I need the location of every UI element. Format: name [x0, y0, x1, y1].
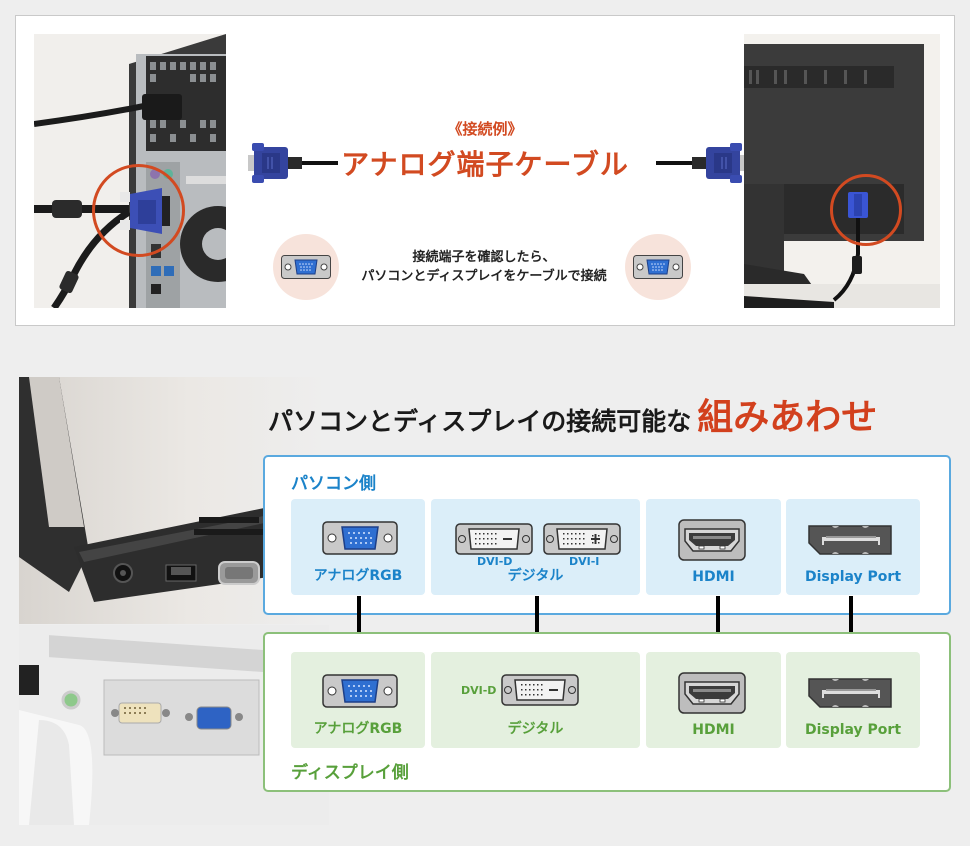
heading-main-text: パソコンとディスプレイの接続可能な: [268, 407, 692, 436]
vga-port-icon: [322, 674, 398, 708]
vga-port-icon: [633, 255, 683, 279]
display-cell-analog-rgb: アナログRGB: [291, 652, 425, 748]
display-side-group: アナログRGB DVI-D デジタル HDMI Display Port ディス…: [263, 632, 951, 792]
instruction-line-2: パソコンとディスプレイをケーブルで接続: [361, 269, 607, 284]
vga-port-bubble-left: [273, 234, 339, 300]
pc-cell-label: アナログRGB: [313, 568, 403, 584]
display-cell-digital: DVI-D デジタル: [431, 652, 640, 748]
pc-side-title: パソコン側: [291, 474, 376, 494]
instruction-text: 接続端子を確認したら、 パソコンとディスプレイをケーブルで接続: [346, 248, 622, 286]
instruction-line-1: 接続端子を確認したら、: [412, 250, 556, 265]
displayport-port-icon: [808, 525, 892, 555]
display-cell-label: HDMI: [692, 722, 735, 738]
pc-cell-label: Display Port: [804, 569, 902, 585]
dvi-d-port-icon: [501, 674, 579, 706]
display-side-title: ディスプレイ側: [291, 763, 409, 783]
dvi-i-port-icon: [543, 523, 621, 555]
displayport-port-icon: [808, 678, 892, 708]
connection-example-panel: 《接続例》 アナログ端子ケーブル 接続端子を確認したら、 パソコンとディスプレイ…: [15, 15, 955, 326]
pc-cell-label: HDMI: [692, 569, 735, 585]
pc-cell-analog-rgb: アナログRGB: [291, 499, 425, 595]
display-cell-hdmi: HDMI: [646, 652, 781, 748]
highlight-circle: [830, 174, 902, 246]
vga-port-icon: [281, 255, 331, 279]
display-cell-displayport: Display Port: [786, 652, 920, 748]
vga-port-bubble-right: [625, 234, 691, 300]
heading-accent-text: 組みあわせ: [697, 397, 878, 438]
pc-cell-digital: DVI-D DVI-I デジタル: [431, 499, 640, 595]
display-cell-label: Display Port: [804, 722, 902, 738]
pc-cell-hdmi: HDMI: [646, 499, 781, 595]
vga-port-icon: [322, 521, 398, 555]
pc-side-group: パソコン側 アナログRGB DVI-D DVI-I デジタル HDMI Disp…: [263, 455, 951, 615]
combinations-heading: パソコンとディスプレイの接続可能な 組みあわせ: [268, 390, 877, 438]
dvi-d-port-icon: [455, 523, 533, 555]
pc-cell-displayport: Display Port: [786, 499, 920, 595]
dvi-d-sub-label: DVI-D: [461, 684, 497, 697]
hdmi-port-icon: [678, 672, 746, 714]
pc-cell-label: デジタル: [507, 568, 564, 584]
display-cell-label: アナログRGB: [313, 721, 403, 737]
hdmi-port-icon: [678, 519, 746, 561]
monitor-rear-photo: [744, 34, 940, 308]
display-cell-label: デジタル: [507, 721, 564, 737]
